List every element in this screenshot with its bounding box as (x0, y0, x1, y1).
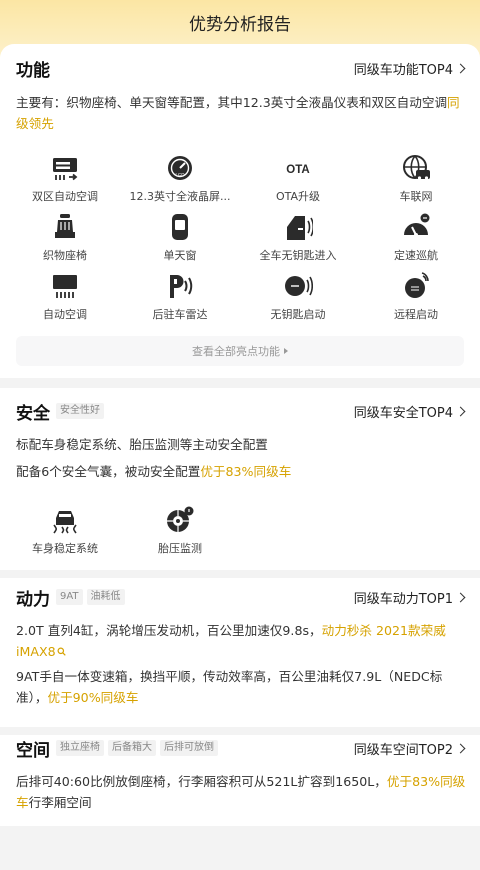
chevron-right-icon (455, 63, 466, 73)
tire-pressure-icon (167, 506, 194, 532)
safety-line-1: 标配车身稳定系统、胎压监测等主动安全配置 (16, 437, 268, 452)
feature-label: 无钥匙启动 (270, 308, 326, 321)
space-section: 空间 独立座椅 后备箱大 后排可放倒 同级车空间TOP2 后排可40:60比例放… (0, 735, 480, 826)
feature-label: 胎压监测 (158, 542, 202, 555)
ota-icon: OTA (286, 164, 309, 176)
space-line-tail: 行李厢空间 (28, 795, 92, 810)
power-line-1-text: 2.0T 直列4缸，涡轮增压发动机，百公里加速仅9.8s， (16, 623, 322, 638)
power-line-2-highlight: 优于90%同级车 (47, 690, 139, 705)
feature-label: 双区自动空调 (32, 190, 98, 203)
function-rank-link[interactable]: 同级车功能TOP4 (353, 59, 466, 78)
space-title: 空间 (16, 740, 50, 761)
triangle-right-icon (284, 348, 288, 354)
power-line-2: 9AT手自一体变速箱，换挡平顺，传动效率高，百公里油耗仅7.9L（NEDC标准）… (16, 666, 466, 708)
feature-label: 车联网 (399, 190, 433, 203)
space-rank-link[interactable]: 同级车空间TOP2 (353, 739, 466, 758)
space-line: 后排可40:60比例放倒座椅，行李厢容积可从521L扩容到1650L，优于83%… (16, 771, 466, 813)
feature-label: 车身稳定系统 (32, 542, 98, 555)
power-rank-label: 同级车动力TOP1 (353, 591, 453, 607)
view-all-label: 查看全部亮点功能 (192, 345, 280, 358)
feature-keyless-entry[interactable]: 全车无钥匙进入 (238, 213, 358, 263)
feature-parking-radar[interactable]: 后驻车雷达 (120, 272, 240, 322)
dual-zone-ac-icon (53, 158, 78, 181)
feature-label: 远程启动 (394, 308, 438, 321)
feature-auto-ac[interactable]: 自动空调 (5, 272, 125, 322)
space-tag: 独立座椅 (56, 740, 104, 756)
auto-ac-icon (53, 275, 77, 298)
feature-label: 定速巡航 (394, 249, 438, 262)
keyless-start-icon (285, 276, 313, 296)
feature-connected-car[interactable]: 车联网 (356, 154, 476, 204)
function-title: 功能 (16, 60, 50, 81)
feature-label: 自动空调 (43, 308, 87, 321)
function-section: 功能 同级车功能TOP4 主要有：织物座椅、单天窗等配置，其中12.3英寸全液晶… (0, 44, 480, 378)
feature-ota[interactable]: OTA OTA升级 (238, 154, 358, 204)
stability-control-icon (53, 511, 77, 534)
feature-label: 织物座椅 (43, 249, 87, 262)
space-line-text: 后排可40:60比例放倒座椅，行李厢容积可从521L扩容到1650L， (16, 774, 387, 789)
space-rank-label: 同级车空间TOP2 (353, 742, 453, 758)
search-icon (57, 647, 66, 656)
chevron-right-icon (455, 592, 466, 602)
safety-section: 安全 安全性好 同级车安全TOP4 标配车身稳定系统、胎压监测等主动安全配置 配… (0, 388, 480, 570)
feature-tire-pressure[interactable]: 胎压监测 (120, 506, 240, 556)
feature-keyless-start[interactable]: 无钥匙启动 (238, 272, 358, 322)
feature-fabric-seat[interactable]: 织物座椅 (5, 213, 125, 263)
function-header: 功能 同级车功能TOP4 (16, 56, 466, 81)
page-title: 优势分析报告 (189, 15, 291, 35)
safety-title: 安全 (16, 403, 50, 424)
function-description: 主要有：织物座椅、单天窗等配置，其中12.3英寸全液晶仪表和双区自动空调同级领先 (16, 92, 466, 134)
safety-line-2-highlight: 优于83%同级车 (200, 464, 292, 479)
power-title: 动力 (16, 589, 50, 610)
feature-label: 全车无钥匙进入 (259, 249, 337, 262)
lcd-gauge-icon: LCD (168, 156, 192, 180)
safety-line-2: 配备6个安全气囊，被动安全配置优于83%同级车 (16, 461, 466, 482)
feature-sunroof[interactable]: 单天窗 (120, 213, 240, 263)
function-rank-label: 同级车功能TOP4 (353, 62, 453, 78)
power-rank-link[interactable]: 同级车动力TOP1 (353, 588, 466, 607)
power-tag: 9AT (56, 589, 83, 605)
ota-glyph-text: OTA (286, 164, 309, 176)
feature-label: 后驻车雷达 (152, 308, 208, 321)
function-desc-text: 主要有：织物座椅、单天窗等配置，其中12.3英寸全液晶仪表和双区自动空调 (16, 95, 448, 110)
safety-header: 安全 安全性好 同级车安全TOP4 (16, 399, 466, 424)
chevron-right-icon (455, 743, 466, 753)
feature-label: 12.3英寸全液晶屏... (129, 190, 231, 203)
power-header: 动力 9AT 油耗低 同级车动力TOP1 (16, 585, 466, 610)
safety-rank-label: 同级车安全TOP4 (353, 405, 453, 421)
power-tag: 油耗低 (86, 589, 125, 605)
view-all-features-button[interactable]: 查看全部亮点功能 (16, 336, 464, 366)
space-tag: 后排可放倒 (160, 740, 218, 756)
feature-stability-control[interactable]: 车身稳定系统 (5, 506, 125, 556)
parking-radar-icon (170, 275, 193, 298)
safety-rank-link[interactable]: 同级车安全TOP4 (353, 402, 466, 421)
space-tag: 后备箱大 (108, 740, 156, 756)
feature-label: 单天窗 (163, 249, 197, 262)
svg-text:LCD: LCD (175, 172, 185, 177)
safety-line-2-text: 配备6个安全气囊，被动安全配置 (16, 464, 201, 479)
connected-car-icon (403, 155, 430, 180)
cruise-control-icon (404, 213, 430, 237)
feature-label: OTA升级 (275, 190, 321, 203)
feature-cruise-control[interactable]: 定速巡航 (356, 213, 476, 263)
sunroof-icon (172, 214, 188, 240)
keyless-entry-icon (287, 216, 313, 240)
feature-remote-start[interactable]: 远程启动 (356, 272, 476, 322)
remote-start-icon (405, 272, 429, 298)
feature-lcd-gauge[interactable]: LCD 12.3英寸全液晶屏... (120, 154, 240, 204)
chevron-right-icon (455, 406, 466, 416)
safety-tag: 安全性好 (56, 403, 104, 419)
space-header: 空间 独立座椅 后备箱大 后排可放倒 同级车空间TOP2 (16, 736, 466, 761)
feature-dual-zone-ac[interactable]: 双区自动空调 (5, 154, 125, 204)
power-section: 动力 9AT 油耗低 同级车动力TOP1 2.0T 直列4缸，涡轮增压发动机，百… (0, 578, 480, 727)
power-line-1: 2.0T 直列4缸，涡轮增压发动机，百公里加速仅9.8s，动力秒杀 2021款荣… (16, 620, 466, 662)
fabric-seat-icon (55, 214, 75, 238)
